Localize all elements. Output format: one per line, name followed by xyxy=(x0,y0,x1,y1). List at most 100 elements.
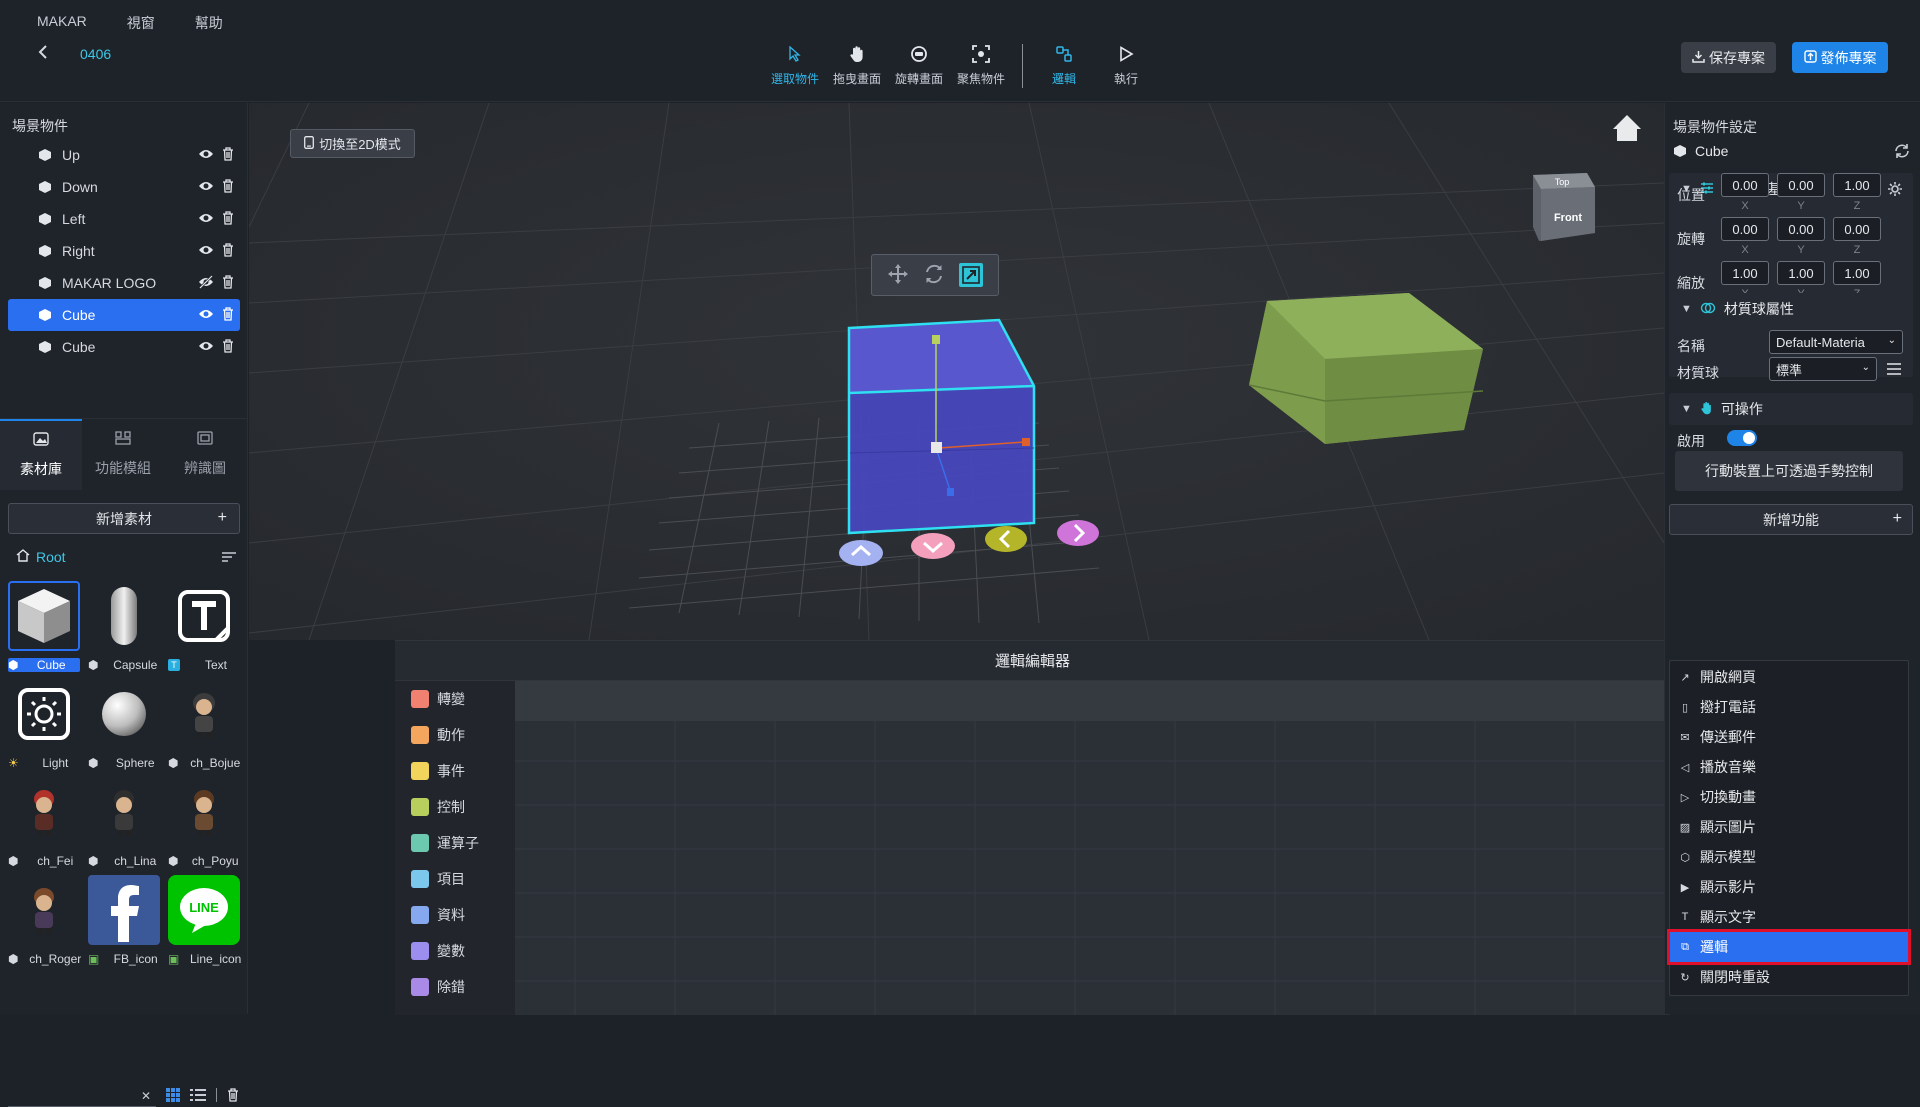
back-arrow-icon[interactable] xyxy=(36,44,52,60)
eye-icon[interactable] xyxy=(198,211,214,228)
block-category[interactable]: 控制 xyxy=(395,789,515,825)
tab-modules[interactable]: 功能模組 xyxy=(82,419,164,490)
scene-item[interactable]: MAKAR LOGO xyxy=(8,267,240,299)
block-category[interactable]: 動作 xyxy=(395,717,515,753)
refresh-icon[interactable] xyxy=(1894,143,1910,162)
asset-item[interactable]: T Text xyxy=(168,581,240,672)
logic-tool[interactable]: 邏輯 xyxy=(1033,44,1095,92)
block-category[interactable]: 運算子 xyxy=(395,825,515,861)
run-tool[interactable]: 執行 xyxy=(1095,44,1157,92)
eye-icon[interactable] xyxy=(198,147,214,164)
rotate-icon[interactable] xyxy=(923,263,945,288)
rotation-y-input[interactable]: 0.00 xyxy=(1777,217,1825,241)
position-z-input[interactable]: 1.00 xyxy=(1833,173,1881,197)
scale-icon[interactable] xyxy=(959,263,983,287)
select-object-tool[interactable]: 選取物件 xyxy=(764,44,826,92)
rotation-z-input[interactable]: 0.00 xyxy=(1833,217,1881,241)
position-y-input[interactable]: 0.00 xyxy=(1777,173,1825,197)
list-view-icon[interactable] xyxy=(190,1088,206,1105)
scene-item[interactable]: Cube xyxy=(8,331,240,363)
scale-z-input[interactable]: 1.00 xyxy=(1833,261,1881,285)
rotation-x-input[interactable]: 0.00 xyxy=(1721,217,1769,241)
save-project-button[interactable]: 保存專案 xyxy=(1681,42,1776,73)
material-name-select[interactable]: Default-Materia ⌄ xyxy=(1769,330,1903,354)
menu-item-reset-on-close[interactable]: ↻ 關閉時重設 xyxy=(1670,962,1908,992)
scene-item[interactable]: Up xyxy=(8,139,240,171)
asset-item[interactable]: ⬢ Sphere xyxy=(88,679,160,770)
tab-markers[interactable]: 辨識圖 xyxy=(164,419,246,490)
material-header[interactable]: ▼ 材質球屬性 xyxy=(1669,293,1913,325)
interactable-header[interactable]: ▼ 可操作 xyxy=(1669,393,1913,425)
menu-item-image[interactable]: ▨ 顯示圖片 xyxy=(1670,812,1908,842)
block-category[interactable]: 轉變 xyxy=(395,681,515,717)
asset-item[interactable]: LINE ▣ Line_icon xyxy=(168,875,241,966)
breadcrumb[interactable]: Root xyxy=(16,549,66,565)
menu-item-animation[interactable]: ▷ 切換動畫 xyxy=(1670,782,1908,812)
block-category[interactable]: 除錯 xyxy=(395,969,515,1005)
move-icon[interactable] xyxy=(887,263,909,288)
focus-object-tool[interactable]: 聚焦物件 xyxy=(950,44,1012,92)
menu-item-call[interactable]: ▯ 撥打電話 xyxy=(1670,692,1908,722)
position-x-input[interactable]: 0.00 xyxy=(1721,173,1769,197)
asset-item[interactable]: ⬢ Cube xyxy=(8,581,80,672)
menu-item-logic[interactable]: ⧉ 邏輯 xyxy=(1667,929,1911,965)
menu-item-makar[interactable]: MAKAR xyxy=(37,13,87,33)
eye-icon[interactable] xyxy=(198,339,214,356)
scene-item[interactable]: Down xyxy=(8,171,240,203)
grid-view-icon[interactable] xyxy=(166,1088,180,1105)
menu-item-help[interactable]: 幫助 xyxy=(195,13,223,33)
add-function-button[interactable]: 新增功能 + xyxy=(1669,504,1913,535)
asset-item[interactable]: ⬢ ch_Bojue xyxy=(168,679,240,770)
block-category[interactable]: 變數 xyxy=(395,933,515,969)
rotate-view-tool[interactable]: 旋轉畫面 xyxy=(888,44,950,92)
trash-icon[interactable] xyxy=(222,243,234,260)
menu-item-video[interactable]: ▶ 顯示影片 xyxy=(1670,872,1908,902)
block-category[interactable]: 資料 xyxy=(395,897,515,933)
trash-icon[interactable] xyxy=(222,211,234,228)
menu-item-music[interactable]: ◁ 播放音樂 xyxy=(1670,752,1908,782)
asset-item[interactable]: ▣ FB_icon xyxy=(88,875,160,966)
mobile-gesture-button[interactable]: 行動裝置上可透過手勢控制 xyxy=(1675,451,1903,491)
eye-icon[interactable] xyxy=(198,307,214,324)
eye-icon[interactable] xyxy=(198,243,214,260)
trash-icon[interactable] xyxy=(222,307,234,324)
scene-item[interactable]: Left xyxy=(8,203,240,235)
tab-assets[interactable]: 素材庫 xyxy=(0,419,82,490)
trash-icon[interactable] xyxy=(222,339,234,356)
scene-viewport[interactable]: Top Front xyxy=(249,103,1664,640)
material-type-select[interactable]: 標準 ⌄ xyxy=(1769,357,1877,381)
asset-item[interactable]: ⬢ Capsule xyxy=(88,581,160,672)
logic-workspace[interactable] xyxy=(515,681,1670,1015)
eye-icon[interactable] xyxy=(198,179,214,196)
asset-item[interactable]: ⬢ ch_Roger xyxy=(8,875,81,966)
view-cube[interactable]: Top Front xyxy=(1533,173,1595,241)
menu-lines-icon[interactable] xyxy=(1887,362,1901,378)
asset-item[interactable]: ⬢ ch_Poyu xyxy=(168,777,240,868)
trash-icon[interactable] xyxy=(227,1088,239,1105)
trash-icon[interactable] xyxy=(222,179,234,196)
scene-item[interactable]: Right xyxy=(8,235,240,267)
block-category[interactable]: 事件 xyxy=(395,753,515,789)
asset-item[interactable]: ⬢ ch_Fei xyxy=(8,777,80,868)
switch-2d-button[interactable]: 切換至2D模式 xyxy=(290,129,415,158)
scale-y-input[interactable]: 1.00 xyxy=(1777,261,1825,285)
eye-slash-icon[interactable] xyxy=(198,275,214,292)
menu-item-model[interactable]: ⬡ 顯示模型 xyxy=(1670,842,1908,872)
menu-item-view[interactable]: 視窗 xyxy=(127,13,155,33)
add-asset-button[interactable]: 新增素材 + xyxy=(8,503,240,534)
scale-x-input[interactable]: 1.00 xyxy=(1721,261,1769,285)
trash-icon[interactable] xyxy=(222,147,234,164)
settings-icon[interactable] xyxy=(1887,181,1903,200)
enable-toggle[interactable] xyxy=(1727,430,1757,446)
drag-view-tool[interactable]: 拖曳畫面 xyxy=(826,44,888,92)
asset-search-input[interactable] xyxy=(8,1087,156,1107)
asset-item[interactable]: ☀ Light xyxy=(8,679,80,770)
menu-item-open-web[interactable]: ↗ 開啟網頁 xyxy=(1670,662,1908,692)
trash-icon[interactable] xyxy=(222,275,234,292)
clear-icon[interactable]: ✕ xyxy=(141,1089,151,1103)
sort-icon[interactable] xyxy=(221,550,237,566)
block-category[interactable]: 項目 xyxy=(395,861,515,897)
menu-item-email[interactable]: ✉ 傳送郵件 xyxy=(1670,722,1908,752)
menu-item-text[interactable]: T 顯示文字 xyxy=(1670,902,1908,932)
publish-project-button[interactable]: 發佈專案 xyxy=(1792,42,1888,73)
